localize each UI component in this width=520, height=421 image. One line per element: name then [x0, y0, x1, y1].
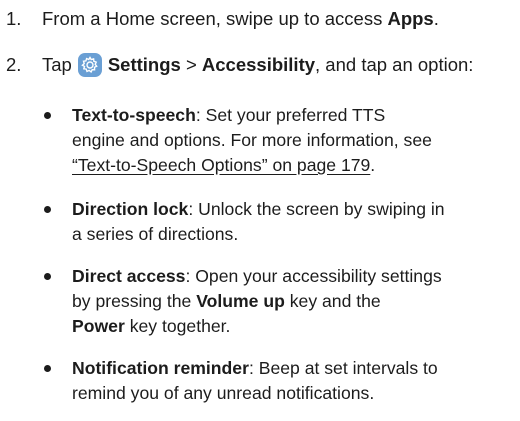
settings-label: Settings	[107, 54, 181, 75]
gear-icon-glyph	[81, 56, 98, 73]
bullet-dot	[44, 206, 51, 213]
option-term: Direct access	[72, 266, 186, 286]
step-2: 2. Tap Settings > Accessibility , and ta…	[6, 53, 473, 77]
list-item-text: Direction lock: Unlock the screen by swi…	[72, 199, 445, 244]
accessibility-label: Accessibility	[201, 54, 316, 75]
path-separator: >	[180, 54, 202, 75]
list-item-direct-access: Direct access: Open your accessibility s…	[44, 264, 512, 339]
text-to-speech-options-link[interactable]: “Text-to-Speech Options” on page 179	[72, 155, 370, 175]
step-text: From a Home screen, swipe up to access A…	[42, 8, 439, 29]
manual-page: 1. From a Home screen, swipe up to acces…	[0, 0, 520, 421]
step-tap-text: Tap	[42, 54, 72, 75]
step-text-after: , and tap an option:	[315, 54, 474, 75]
list-item-text: Direct access: Open your accessibility s…	[72, 266, 442, 336]
list-item-notification-reminder: Notification reminder: Beep at set inter…	[44, 356, 512, 406]
power-key-label: Power	[72, 316, 125, 336]
step-number: 2.	[6, 54, 22, 75]
settings-gear-icon	[77, 53, 102, 77]
bullet-dot	[44, 273, 51, 280]
bullet-dot	[44, 112, 51, 119]
list-item-text-to-speech: Text-to-speech: Set your preferred TTS e…	[44, 103, 512, 178]
list-item-text: Text-to-speech: Set your preferred TTS e…	[72, 105, 432, 175]
list-item-text: Notification reminder: Beep at set inter…	[72, 358, 438, 403]
list-item-direction-lock: Direction lock: Unlock the screen by swi…	[44, 197, 512, 247]
option-term: Direction lock	[72, 199, 189, 219]
step-1: 1. From a Home screen, swipe up to acces…	[6, 7, 439, 31]
option-term: Text-to-speech	[72, 105, 196, 125]
volume-up-key-label: Volume up	[196, 291, 285, 311]
bullet-dot	[44, 365, 51, 372]
option-term: Notification reminder	[72, 358, 249, 378]
apps-label: Apps	[387, 8, 434, 29]
step-number: 1.	[6, 8, 22, 29]
